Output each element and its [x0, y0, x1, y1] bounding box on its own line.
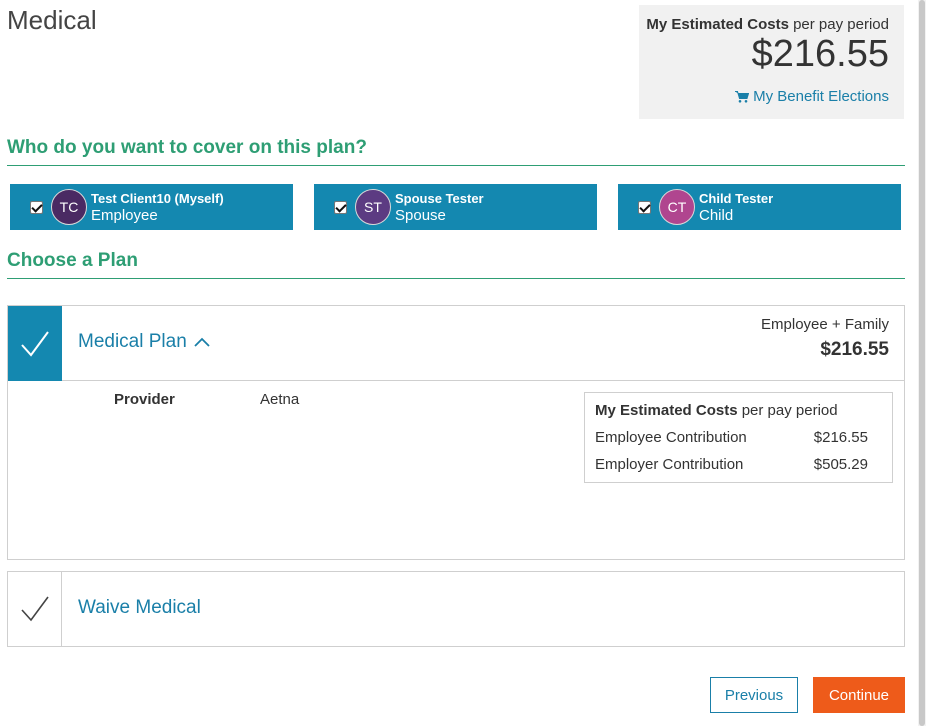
member-info: Spouse Tester Spouse [395, 190, 484, 224]
estimated-costs-heading-rest: per pay period [788, 16, 889, 33]
member-role: Spouse [395, 207, 446, 224]
plan-price: $216.55 [820, 339, 889, 360]
member-info: Test Client10 (Myself) Employee [91, 190, 224, 224]
estimated-costs-heading-bold: My Estimated Costs [646, 16, 789, 33]
member-role: Child [699, 207, 734, 224]
member-checkbox[interactable] [30, 200, 43, 214]
medical-plan-toggle[interactable]: Medical Plan [78, 331, 211, 353]
provider-value: Aetna [260, 391, 300, 408]
member-name: Test Client10 (Myself) [91, 191, 224, 206]
avatar: TC [51, 189, 87, 225]
page-title: Medical [7, 5, 97, 35]
member-role: Employee [91, 207, 158, 224]
check-icon [20, 596, 49, 622]
coverage-section-title: Who do you want to cover on this plan? [7, 137, 367, 158]
plan-estimated-costs-heading-bold: My Estimated Costs [595, 402, 738, 419]
previous-button[interactable]: Previous [710, 677, 798, 713]
member-card-child[interactable]: CT Child Tester Child [618, 184, 901, 230]
provider-label: Provider [114, 391, 175, 408]
contribution-value: $505.29 [813, 456, 868, 473]
plans-section-divider [7, 278, 905, 279]
member-name: Child Tester [699, 191, 774, 206]
member-card-myself[interactable]: TC Test Client10 (Myself) Employee [10, 184, 293, 230]
employee-contribution-row: Employee Contribution $216.55 [595, 429, 868, 446]
scrollbar-thumb[interactable] [919, 0, 925, 726]
estimated-costs-heading: My Estimated Costs per pay period [646, 16, 889, 33]
chevron-up-icon [194, 337, 210, 347]
waive-medical-card: Waive Medical [7, 571, 905, 647]
avatar: CT [659, 189, 695, 225]
member-name: Spouse Tester [395, 191, 484, 206]
contribution-label: Employee Contribution [595, 429, 747, 446]
cart-icon [735, 90, 750, 103]
member-card-spouse[interactable]: ST Spouse Tester Spouse [314, 184, 597, 230]
check-icon [21, 330, 49, 357]
contribution-value: $216.55 [813, 429, 868, 446]
coverage-section-divider [7, 165, 905, 166]
estimated-costs-amount: $216.55 [751, 33, 889, 75]
plan-estimated-costs-table: My Estimated Costs per pay period Employ… [584, 392, 893, 483]
plan-estimated-costs-heading-rest: per pay period [737, 402, 838, 419]
plan-detail-gutter [8, 381, 62, 559]
plans-section-title: Choose a Plan [7, 250, 138, 271]
benefit-elections-link[interactable]: My Benefit Elections [735, 88, 889, 105]
estimated-costs-summary: My Estimated Costs per pay period $216.5… [639, 5, 904, 119]
avatar: ST [355, 189, 391, 225]
medical-plan-header: Medical Plan Employee + Family $216.55 [8, 306, 904, 381]
medical-plan-name: Medical Plan [78, 331, 187, 352]
member-checkbox[interactable] [334, 200, 347, 214]
continue-button[interactable]: Continue [813, 677, 905, 713]
waive-medical-label[interactable]: Waive Medical [78, 597, 201, 619]
medical-plan-card: Medical Plan Employee + Family $216.55 P… [7, 305, 905, 560]
contribution-label: Employer Contribution [595, 456, 744, 473]
coverage-level: Employee + Family [761, 316, 889, 333]
waive-medical-select[interactable] [8, 572, 62, 646]
medical-plan-select[interactable] [8, 306, 62, 381]
benefit-elections-label: My Benefit Elections [753, 88, 889, 105]
plan-estimated-costs-heading: My Estimated Costs per pay period [595, 402, 868, 419]
employer-contribution-row: Employer Contribution $505.29 [595, 456, 868, 473]
member-checkbox[interactable] [638, 200, 651, 214]
member-info: Child Tester Child [699, 190, 773, 224]
